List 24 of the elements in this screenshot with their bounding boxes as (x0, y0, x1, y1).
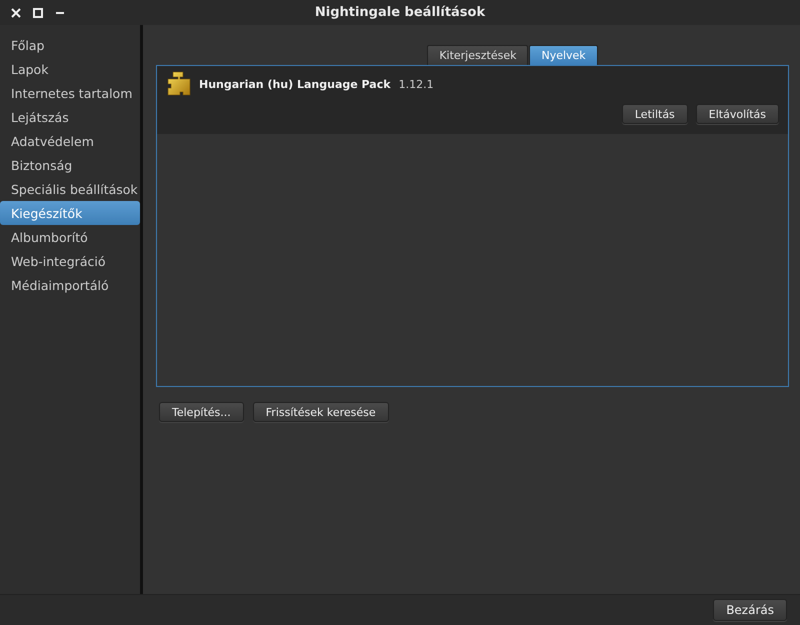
sidebar-item[interactable]: Médiaimportáló (0, 273, 140, 297)
action-button[interactable]: Telepítés... (159, 402, 244, 422)
sidebar-item[interactable]: Albumborító (0, 225, 140, 249)
addon-button[interactable]: Eltávolítás (696, 104, 779, 124)
tab[interactable]: Kiterjesztések (427, 45, 528, 65)
sidebar-item[interactable]: Főlap (0, 33, 140, 57)
sidebar-item[interactable]: Lapok (0, 57, 140, 81)
sidebar-item[interactable]: Web-integráció (0, 249, 140, 273)
sidebar-item[interactable]: Speciális beállítások (0, 177, 140, 201)
sidebar-item[interactable]: Biztonság (0, 153, 140, 177)
close-icon[interactable] (10, 6, 22, 18)
addon-button[interactable]: Letiltás (622, 104, 688, 124)
maximize-icon[interactable] (32, 6, 44, 18)
sidebar-item[interactable]: Internetes tartalom (0, 81, 140, 105)
puzzle-piece-icon (165, 71, 191, 97)
window-title: Nightingale beállítások (314, 5, 486, 20)
close-button[interactable]: Bezárás (713, 599, 787, 621)
action-button[interactable]: Frissítések keresése (252, 402, 389, 422)
sidebar-item[interactable]: Lejátszás (0, 105, 140, 129)
addon-row[interactable]: Hungarian (hu) Language Pack 1.12.1 Letiltás Eltávolítás (157, 66, 788, 134)
addon-name: Hungarian (hu) Language Pack (199, 78, 391, 90)
sidebar-item[interactable]: Kiegészítők (0, 201, 140, 225)
sidebar-item[interactable]: Adatvédelem (0, 129, 140, 153)
addon-version: 1.12.1 (398, 78, 434, 90)
